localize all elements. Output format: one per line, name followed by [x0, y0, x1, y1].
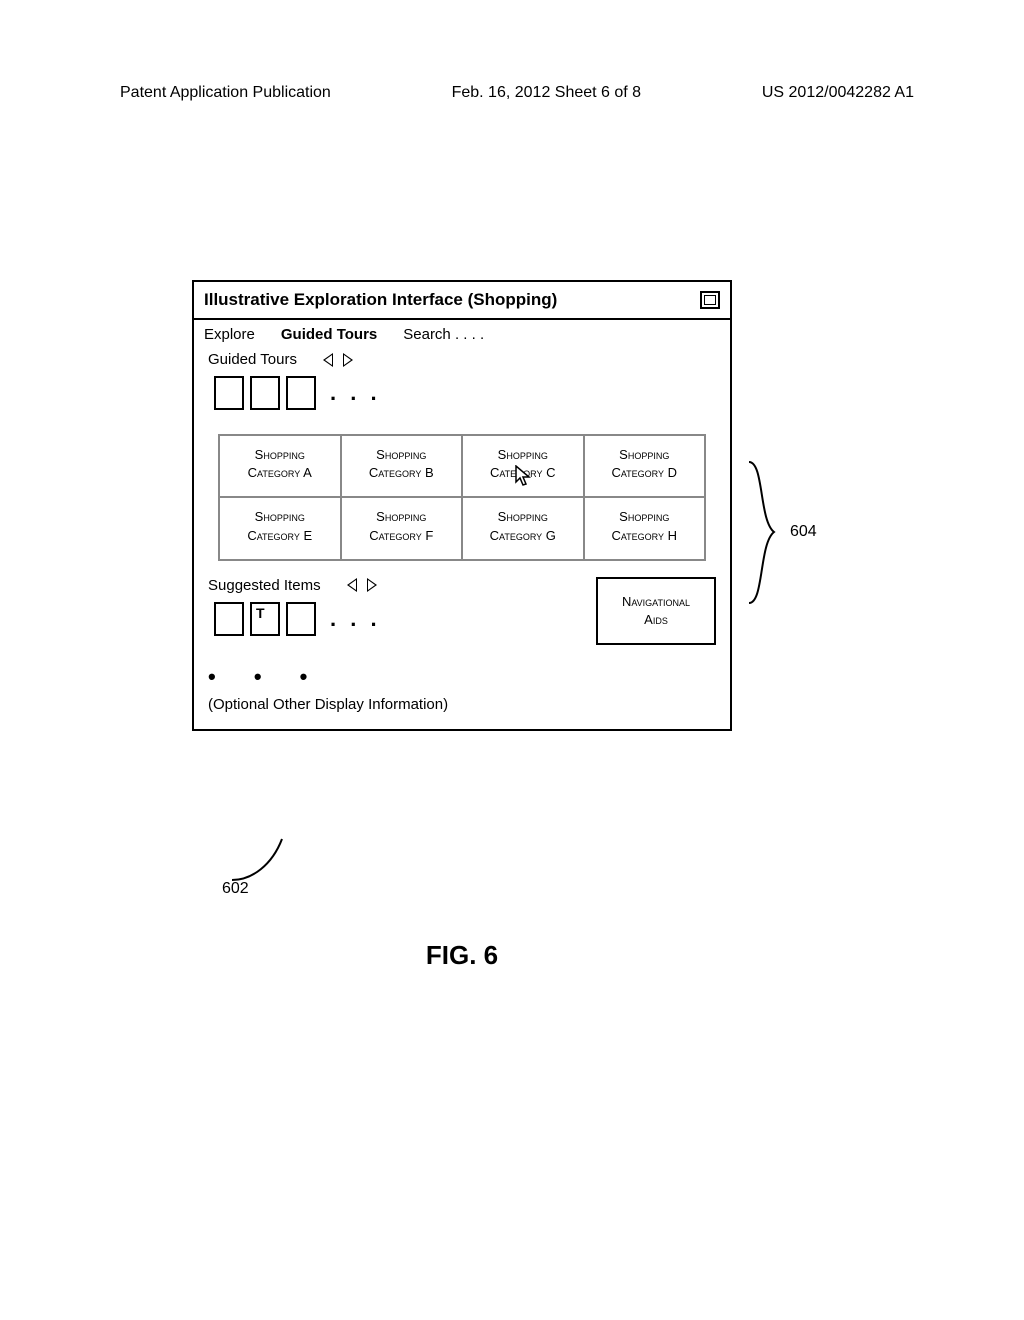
category-line1: Shopping: [226, 446, 334, 464]
window-title: Illustrative Exploration Interface (Shop…: [204, 290, 557, 310]
maximize-icon[interactable]: [700, 291, 720, 309]
category-cell-b[interactable]: Shopping Category B: [341, 435, 463, 497]
category-cell-c[interactable]: Shopping Category C: [462, 435, 584, 497]
category-line2: Category G: [469, 527, 577, 545]
title-bar: Illustrative Exploration Interface (Shop…: [194, 282, 730, 320]
ref-label-602: 602: [222, 880, 249, 898]
category-line2: Category A: [226, 464, 334, 482]
ellipsis-icon: . . .: [330, 388, 381, 398]
category-line1: Shopping: [348, 508, 456, 526]
tour-thumb[interactable]: [286, 376, 316, 410]
footer-section: • • • (Optional Other Display Informatio…: [194, 658, 730, 729]
suggested-thumbs: T . . .: [208, 598, 596, 646]
tab-guided-tours[interactable]: Guided Tours: [281, 326, 377, 343]
chevron-right-icon[interactable]: [343, 353, 353, 367]
figure-area: Illustrative Exploration Interface (Shop…: [192, 280, 832, 731]
header-left: Patent Application Publication: [120, 84, 331, 102]
guided-tours-section: Guided Tours . . .: [194, 347, 730, 426]
category-cell-h[interactable]: Shopping Category H: [584, 497, 706, 559]
guided-tours-thumbs: . . .: [208, 372, 716, 420]
category-line1: Shopping: [591, 446, 699, 464]
ellipsis-bullets: • • •: [208, 664, 716, 690]
category-line2: Category D: [591, 464, 699, 482]
figure-caption: FIG. 6: [192, 940, 732, 971]
tab-search[interactable]: Search . . . .: [403, 326, 484, 343]
category-line2: Category B: [348, 464, 456, 482]
brace-icon: [744, 460, 784, 605]
category-line2: Category F: [348, 527, 456, 545]
category-line2: Category H: [591, 527, 699, 545]
app-window: Illustrative Exploration Interface (Shop…: [192, 280, 732, 731]
category-cell-f[interactable]: Shopping Category F: [341, 497, 463, 559]
suggested-pager: [347, 578, 377, 592]
tab-bar: Explore Guided Tours Search . . . .: [194, 320, 730, 347]
chevron-right-icon[interactable]: [367, 578, 377, 592]
guided-tours-label: Guided Tours: [208, 351, 297, 368]
cursor-icon: [513, 465, 533, 492]
page-header: Patent Application Publication Feb. 16, …: [0, 84, 1024, 102]
suggested-thumb[interactable]: [286, 602, 316, 636]
suggested-thumb[interactable]: [214, 602, 244, 636]
tour-thumb[interactable]: [214, 376, 244, 410]
navigational-aids-panel[interactable]: Navigational Aids: [596, 577, 716, 645]
chevron-left-icon[interactable]: [323, 353, 333, 367]
tab-explore[interactable]: Explore: [204, 326, 255, 343]
nav-aids-line1: Navigational: [622, 594, 690, 609]
suggested-items-label: Suggested Items: [208, 577, 321, 594]
category-line1: Shopping: [348, 446, 456, 464]
chevron-left-icon[interactable]: [347, 578, 357, 592]
category-cell-a[interactable]: Shopping Category A: [219, 435, 341, 497]
category-grid-section: Shopping Category A Shopping Category B …: [194, 434, 730, 571]
category-line1: Shopping: [226, 508, 334, 526]
suggested-thumb[interactable]: T: [250, 602, 280, 636]
pointer-icon: [222, 845, 302, 885]
suggested-section: Suggested Items T . . . Navigational: [194, 571, 730, 658]
category-line1: Shopping: [591, 508, 699, 526]
category-cell-d[interactable]: Shopping Category D: [584, 435, 706, 497]
header-center: Feb. 16, 2012 Sheet 6 of 8: [452, 84, 641, 102]
category-cell-g[interactable]: Shopping Category G: [462, 497, 584, 559]
nav-aids-line2: Aids: [644, 612, 668, 627]
thumb-letter: T: [256, 605, 265, 621]
footer-text: (Optional Other Display Information): [208, 696, 716, 713]
category-line2: Category E: [226, 527, 334, 545]
guided-tours-pager: [323, 353, 353, 367]
ref-label-604: 604: [790, 523, 817, 541]
category-line1: Shopping: [469, 508, 577, 526]
ellipsis-icon: . . .: [330, 614, 381, 624]
category-line1: Shopping: [469, 446, 577, 464]
category-grid: Shopping Category A Shopping Category B …: [218, 434, 706, 561]
tour-thumb[interactable]: [250, 376, 280, 410]
category-cell-e[interactable]: Shopping Category E: [219, 497, 341, 559]
header-right: US 2012/0042282 A1: [762, 84, 914, 102]
